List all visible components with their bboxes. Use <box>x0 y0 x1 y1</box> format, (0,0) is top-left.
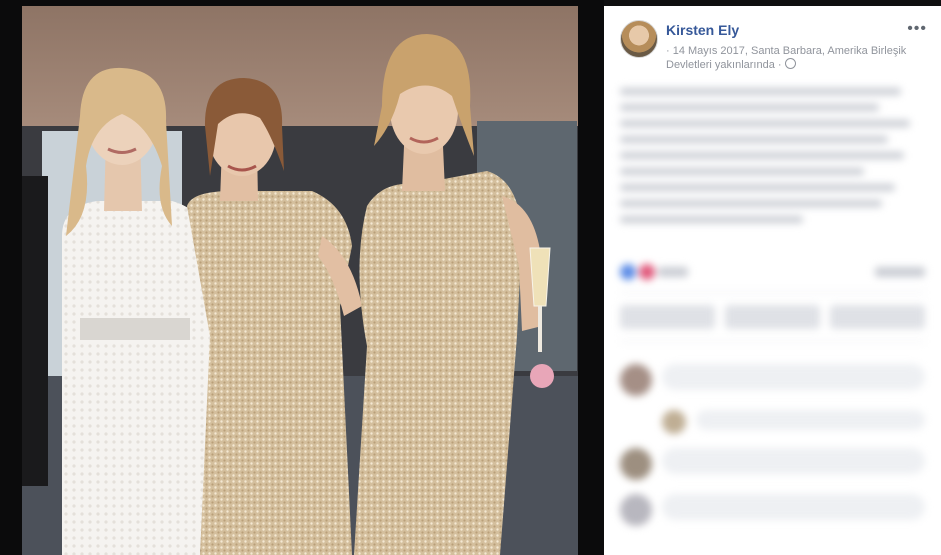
post-header: Kirsten Ely · 14 Mayıs 2017, Santa Barba… <box>604 6 941 71</box>
blurred-comments <box>604 342 941 526</box>
blurred-reactions <box>604 232 941 292</box>
post-photo[interactable] <box>22 6 578 555</box>
author-avatar[interactable] <box>620 20 658 58</box>
post-side-panel: Kirsten Ely · 14 Mayıs 2017, Santa Barba… <box>604 6 941 555</box>
author-name-link[interactable]: Kirsten Ely <box>666 22 739 38</box>
photo-illustration <box>22 6 578 555</box>
ellipsis-icon[interactable]: ••• <box>907 20 927 38</box>
blurred-post-body <box>604 66 941 223</box>
photo-viewer <box>0 0 604 555</box>
blurred-action-buttons <box>604 293 941 341</box>
